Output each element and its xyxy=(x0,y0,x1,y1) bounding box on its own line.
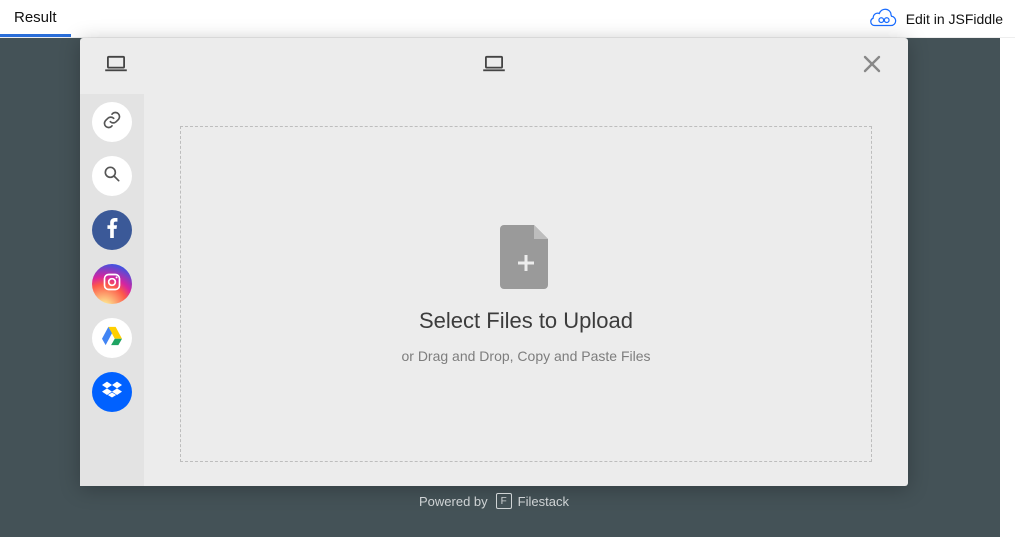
link-icon xyxy=(102,110,122,135)
top-bar: Result Edit in JSFiddle xyxy=(0,0,1015,38)
device-icon-left[interactable] xyxy=(105,55,127,78)
cloud-icon xyxy=(870,6,898,31)
result-canvas: Select Files to Upload or Drag and Drop,… xyxy=(0,38,1015,537)
tab-result-label: Result xyxy=(14,9,57,26)
filestack-logo-icon: F xyxy=(496,493,512,509)
source-google-drive-button[interactable] xyxy=(92,318,132,358)
source-link-button[interactable] xyxy=(92,102,132,142)
source-dropbox-button[interactable] xyxy=(92,372,132,412)
source-instagram-button[interactable] xyxy=(92,264,132,304)
picker-footer: Powered by F Filestack xyxy=(80,493,908,509)
dropzone-subtitle: or Drag and Drop, Copy and Paste Files xyxy=(401,348,650,364)
facebook-icon xyxy=(106,218,118,243)
device-icon-center xyxy=(483,55,505,78)
footer-brand-link[interactable]: F Filestack xyxy=(496,493,569,509)
tab-result[interactable]: Result xyxy=(0,0,71,37)
close-icon[interactable] xyxy=(863,55,881,78)
source-rail xyxy=(80,94,144,486)
dropbox-icon xyxy=(102,381,122,404)
file-picker-modal: Select Files to Upload or Drag and Drop,… xyxy=(80,38,908,486)
picker-header xyxy=(80,38,908,94)
footer-brand-label: Filestack xyxy=(518,494,569,509)
dropzone-title: Select Files to Upload xyxy=(419,308,633,334)
dropzone[interactable]: Select Files to Upload or Drag and Drop,… xyxy=(180,126,872,462)
footer-powered-by: Powered by xyxy=(419,494,488,509)
instagram-icon xyxy=(102,272,122,297)
dropzone-wrap: Select Files to Upload or Drag and Drop,… xyxy=(144,94,908,486)
tabs: Result xyxy=(0,0,71,37)
right-gutter xyxy=(1000,38,1015,537)
source-search-button[interactable] xyxy=(92,156,132,196)
source-facebook-button[interactable] xyxy=(92,210,132,250)
edit-link-label: Edit in JSFiddle xyxy=(906,11,1003,27)
edit-in-jsfiddle-link[interactable]: Edit in JSFiddle xyxy=(870,6,1003,31)
google-drive-icon xyxy=(101,326,123,351)
file-add-icon xyxy=(500,225,552,294)
picker-body: Select Files to Upload or Drag and Drop,… xyxy=(80,94,908,486)
search-icon xyxy=(102,164,122,189)
